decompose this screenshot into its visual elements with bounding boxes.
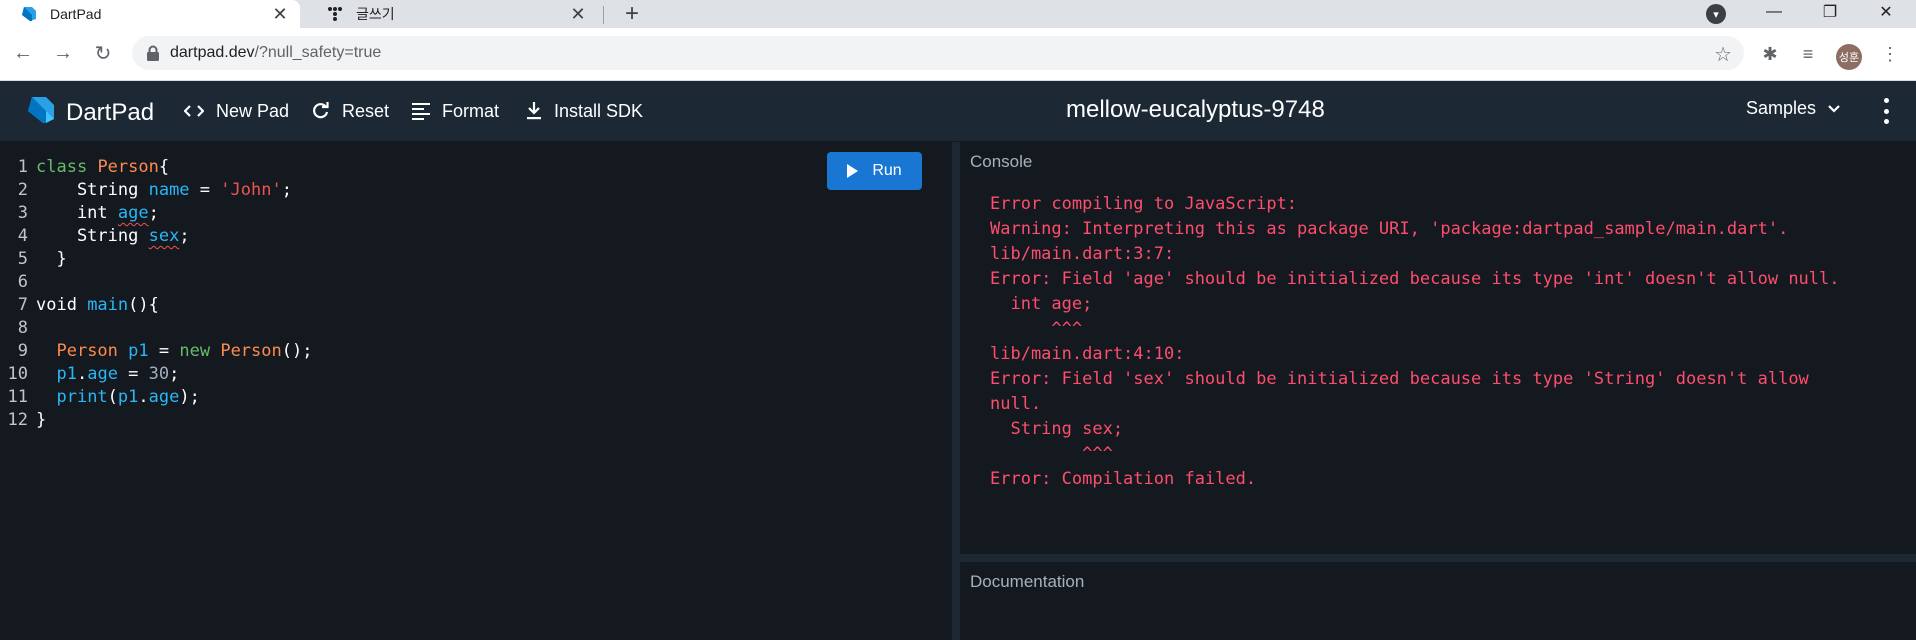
code-line: 12} xyxy=(0,409,312,432)
console-output: Error compiling to JavaScript: Warning: … xyxy=(990,194,1840,489)
code-icon xyxy=(184,104,204,118)
code-line: 4 String sex; xyxy=(0,225,312,248)
line-number: 3 xyxy=(17,203,28,223)
format-label: Format xyxy=(442,100,500,121)
line-number: 4 xyxy=(17,226,28,246)
dartpad-logo[interactable]: DartPad xyxy=(26,95,154,130)
code-line: 5 } xyxy=(0,248,312,271)
format-button[interactable]: Format xyxy=(412,98,499,124)
play-icon xyxy=(847,164,859,178)
bookmark-star-icon[interactable]: ☆ xyxy=(1714,42,1732,67)
code-line: 8 xyxy=(0,317,312,340)
browser-menu-icon[interactable]: ⋮ xyxy=(1876,40,1904,68)
address-bar-row: ← → ↻ dartpad.dev/?null_safety=true ☆ ✱ … xyxy=(0,28,1916,81)
pad-title[interactable]: mellow-eucalyptus-9748 xyxy=(1066,96,1325,124)
close-icon[interactable]: ✕ xyxy=(268,2,292,26)
tab-writing[interactable]: 글쓰기 ✕ xyxy=(306,0,598,28)
line-number: 7 xyxy=(17,295,28,315)
url-path: /?null_safety=true xyxy=(254,44,382,61)
line-number: 11 xyxy=(7,387,28,407)
dart-logo-icon xyxy=(26,95,56,130)
tab-dartpad[interactable]: DartPad ✕ xyxy=(0,0,300,28)
format-icon xyxy=(412,102,430,120)
code-line: 10 p1.age = 30; xyxy=(0,363,312,386)
more-menu-icon[interactable] xyxy=(1880,98,1892,124)
reload-icon[interactable]: ↻ xyxy=(88,38,118,68)
restore-icon[interactable]: ❐ xyxy=(1804,0,1856,24)
tab-search-icon[interactable]: ▾ xyxy=(1706,4,1726,24)
new-pad-button[interactable]: New Pad xyxy=(184,98,289,124)
samples-label: Samples xyxy=(1746,98,1817,118)
dart-icon xyxy=(20,5,38,23)
back-icon[interactable]: ← xyxy=(8,38,38,68)
console-title: Console xyxy=(970,152,1033,171)
install-sdk-button[interactable]: Install SDK xyxy=(526,98,643,124)
line-number: 9 xyxy=(17,341,28,361)
code-line: 1 class Person{ xyxy=(0,156,312,179)
line-number: 5 xyxy=(17,249,28,269)
line-number: 8 xyxy=(17,318,28,338)
line-number: 10 xyxy=(7,364,28,384)
tab-title: DartPad xyxy=(50,6,102,22)
dartpad-header: DartPad New Pad Reset Format Install SDK… xyxy=(0,81,1916,141)
reset-button[interactable]: Reset xyxy=(312,98,389,124)
reset-label: Reset xyxy=(342,100,390,121)
code-line: 2 String name = 'John'; xyxy=(0,179,312,202)
download-icon xyxy=(526,102,542,120)
browser-tab-strip: DartPad ✕ 글쓰기 ✕ + ▾ — ❐ ✕ xyxy=(0,0,1916,28)
documentation-title: Documentation xyxy=(970,572,1085,591)
samples-dropdown[interactable]: Samples xyxy=(1746,98,1840,119)
code-editor[interactable]: 1 class Person{2 String name = 'John'; 3 i… xyxy=(0,142,952,640)
chevron-down-icon xyxy=(1828,104,1840,113)
run-button[interactable]: Run xyxy=(827,152,922,190)
tab-separator xyxy=(603,6,604,24)
close-icon[interactable]: ✕ xyxy=(566,2,590,26)
forward-icon[interactable]: → xyxy=(48,38,78,68)
code-lines[interactable]: 1 class Person{2 String name = 'John'; 3 i… xyxy=(0,156,313,432)
refresh-icon xyxy=(312,102,330,120)
url-text: dartpad.dev/?null_safety=true xyxy=(170,44,381,62)
code-line: 9 Person p1 = new Person(); xyxy=(0,340,313,363)
install-sdk-label: Install SDK xyxy=(554,100,644,121)
new-tab-button[interactable]: + xyxy=(620,0,644,28)
tab-title: 글쓰기 xyxy=(356,6,395,22)
url-bar[interactable]: dartpad.dev/?null_safety=true ☆ xyxy=(132,36,1744,70)
minimize-icon[interactable]: — xyxy=(1748,0,1800,24)
extensions-icon[interactable]: ✱ xyxy=(1756,40,1784,68)
code-line: 7 void main(){ xyxy=(0,294,312,317)
logo-text: DartPad xyxy=(66,98,155,126)
line-number: 2 xyxy=(17,180,28,200)
window-close-icon[interactable]: ✕ xyxy=(1860,0,1912,24)
new-pad-label: New Pad xyxy=(216,100,290,121)
avatar[interactable]: 성훈 xyxy=(1836,44,1862,70)
url-host: dartpad.dev xyxy=(170,44,255,61)
reading-list-icon[interactable]: ≡ xyxy=(1794,40,1822,68)
documentation-panel: Documentation xyxy=(960,562,1916,640)
console-panel: Console Error compiling to JavaScript: W… xyxy=(960,142,1916,554)
line-number: 1 xyxy=(17,157,28,177)
code-line: 11 print(p1.age); xyxy=(0,386,312,409)
line-number: 6 xyxy=(17,272,28,292)
code-line: 6 xyxy=(0,271,312,294)
run-label: Run xyxy=(872,162,902,179)
vertical-splitter[interactable] xyxy=(952,142,960,640)
line-number: 12 xyxy=(7,410,28,430)
code-line: 3 int age; xyxy=(0,202,312,225)
horizontal-splitter[interactable] xyxy=(960,554,1916,562)
dots-icon xyxy=(326,5,344,23)
lock-icon xyxy=(146,45,160,61)
